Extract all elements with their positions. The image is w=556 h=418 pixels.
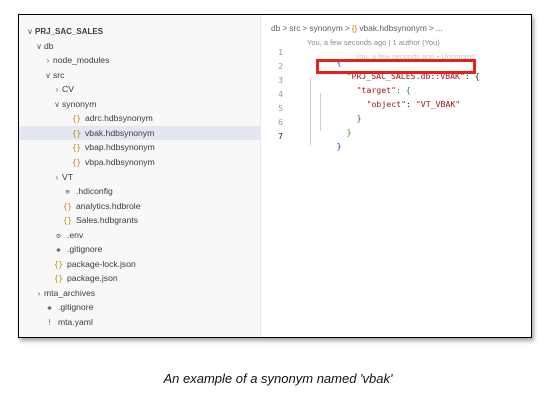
breadcrumb-separator: > xyxy=(428,23,434,33)
line-number: 5 xyxy=(278,103,283,113)
explorer-item-label: node_modules xyxy=(53,55,110,66)
explorer-item-label: package-lock.json xyxy=(67,258,136,269)
breadcrumb-separator: > xyxy=(302,23,308,33)
line-number: 1 xyxy=(278,47,283,57)
explorer-item-label: synonym xyxy=(62,98,97,109)
breadcrumb-separator: > xyxy=(282,23,288,33)
explorer-item[interactable]: ◆ .gitignore xyxy=(19,300,93,314)
chevron-right-icon[interactable]: › xyxy=(52,171,62,185)
explorer-item[interactable]: › VT xyxy=(19,170,73,184)
breadcrumb-item[interactable]: src xyxy=(289,23,300,33)
json-file-icon: {} xyxy=(71,157,82,167)
explorer-item[interactable]: ∨ synonym xyxy=(19,97,96,111)
chevron-right-icon[interactable]: › xyxy=(52,83,62,97)
chevron-down-icon[interactable]: ∨ xyxy=(52,98,62,112)
line-number: 7 xyxy=(278,131,283,141)
highlight-box xyxy=(316,59,476,74)
explorer-item[interactable]: ⚙ .env xyxy=(19,228,83,242)
breadcrumb: db > src > synonym >{} vbak.hdbsynonym >... xyxy=(271,23,445,33)
json-file-icon: {} xyxy=(71,114,82,124)
explorer-item-label: .gitignore xyxy=(67,244,103,255)
json-file-icon: {} xyxy=(53,274,64,284)
code-line-7: } xyxy=(307,131,342,161)
code-token: : xyxy=(406,99,416,109)
json-file-icon: {} xyxy=(62,201,73,211)
git-icon: ◆ xyxy=(56,245,61,255)
chevron-right-icon[interactable]: › xyxy=(34,287,44,301)
explorer-item-label: .env xyxy=(67,229,84,240)
explorer-item[interactable]: ≡ .hdiconfig xyxy=(19,184,113,198)
figure-caption: An example of a synonym named 'vbak' xyxy=(163,371,393,386)
chevron-down-icon[interactable]: ∨ xyxy=(43,69,53,83)
explorer-item[interactable]: {} Sales.hdbgrants xyxy=(19,213,138,227)
config-file-icon: ≡ xyxy=(65,187,70,197)
code-token: } xyxy=(356,113,362,123)
chevron-down-icon[interactable]: ∨ xyxy=(34,40,44,54)
explorer-item[interactable]: {} package.json xyxy=(19,271,118,285)
yaml-file-icon: ! xyxy=(47,318,52,327)
breadcrumb-item[interactable]: vbak.hdbsynonym xyxy=(359,23,427,33)
code-token: } xyxy=(336,141,342,151)
json-file-icon: {} xyxy=(71,128,82,138)
explorer-item-label: adrc.hdbsynonym xyxy=(85,113,153,124)
explorer-item-label: .gitignore xyxy=(58,302,94,313)
explorer-item-label: db xyxy=(44,40,54,51)
chevron-right-icon[interactable]: › xyxy=(43,54,53,68)
explorer-item[interactable]: {} adrc.hdbsynonym xyxy=(19,111,153,125)
breadcrumb-item[interactable]: synonym xyxy=(309,23,343,33)
explorer-item[interactable]: {} analytics.hdbrole xyxy=(19,199,141,213)
screenshot-frame: ∨ PRJ_SAC_SALES ∨ db › node_modules ∨ src › CV ∨ sy… xyxy=(18,14,532,338)
explorer-item[interactable]: › node_modules xyxy=(19,53,110,68)
explorer-item-label: Sales.hdbgrants xyxy=(76,215,139,226)
breadcrumb-separator: > xyxy=(344,23,350,33)
explorer-item-label: analytics.hdbrole xyxy=(76,200,141,211)
breadcrumb-item[interactable]: ... xyxy=(436,23,443,33)
explorer-item-label: mta_archives xyxy=(44,287,96,298)
line-number: 3 xyxy=(278,75,283,85)
explorer-item-label: VT xyxy=(62,171,73,182)
explorer-item[interactable]: ! mta.yaml xyxy=(19,315,93,329)
explorer-item[interactable]: {} vbap.hdbsynonym xyxy=(19,140,155,154)
explorer-item-label: PRJ_SAC_SALES xyxy=(35,27,104,36)
explorer-item-label: vbpa.hdbsynonym xyxy=(85,156,155,167)
json-file-icon: {} xyxy=(53,259,64,269)
code-token: } xyxy=(346,127,352,137)
git-icon: ◆ xyxy=(47,303,52,313)
line-number: 2 xyxy=(278,61,283,71)
explorer-item[interactable]: ∨ src xyxy=(19,68,64,82)
explorer-item[interactable]: {} package-lock.json xyxy=(19,257,136,271)
explorer-item[interactable]: ∨ db xyxy=(19,39,54,53)
explorer-item[interactable]: ∨ PRJ_SAC_SALES xyxy=(19,24,103,38)
code-token: "object" xyxy=(366,99,407,109)
git-blame-header: You, a few seconds ago | 1 author (You) xyxy=(307,38,440,47)
breadcrumb-item[interactable]: db xyxy=(271,23,280,33)
explorer-item-label: package.json xyxy=(67,273,118,284)
gear-icon: ⚙ xyxy=(56,230,61,240)
explorer-item[interactable]: {} vbpa.hdbsynonym xyxy=(19,155,155,169)
explorer-item-label: src xyxy=(53,69,65,80)
chevron-down-icon[interactable]: ∨ xyxy=(25,25,35,39)
explorer-item[interactable]: › mta_archives xyxy=(19,286,95,300)
explorer-item-label: vbap.hdbsynonym xyxy=(85,142,155,153)
file-explorer: ∨ PRJ_SAC_SALES ∨ db › node_modules ∨ src › CV ∨ sy… xyxy=(19,15,261,337)
code-editor[interactable]: db > src > synonym >{} vbak.hdbsynonym >... You… xyxy=(261,15,531,337)
explorer-item-label: CV xyxy=(62,84,74,95)
json-file-icon[interactable]: {} xyxy=(352,23,358,33)
explorer-item[interactable]: {} vbak.hdbsynonym xyxy=(19,125,260,140)
code-token: "VT_VBAK" xyxy=(415,99,461,109)
explorer-item[interactable]: › CV xyxy=(19,82,74,96)
json-file-icon: {} xyxy=(62,216,73,226)
line-number: 4 xyxy=(278,89,283,99)
explorer-item-label: .hdiconfig xyxy=(76,186,113,197)
explorer-item-label: mta.yaml xyxy=(58,317,93,327)
json-file-icon: {} xyxy=(71,143,82,153)
explorer-item-label: vbak.hdbsynonym xyxy=(85,127,155,138)
explorer-item[interactable]: ◆ .gitignore xyxy=(19,242,102,256)
line-number: 6 xyxy=(278,117,283,127)
